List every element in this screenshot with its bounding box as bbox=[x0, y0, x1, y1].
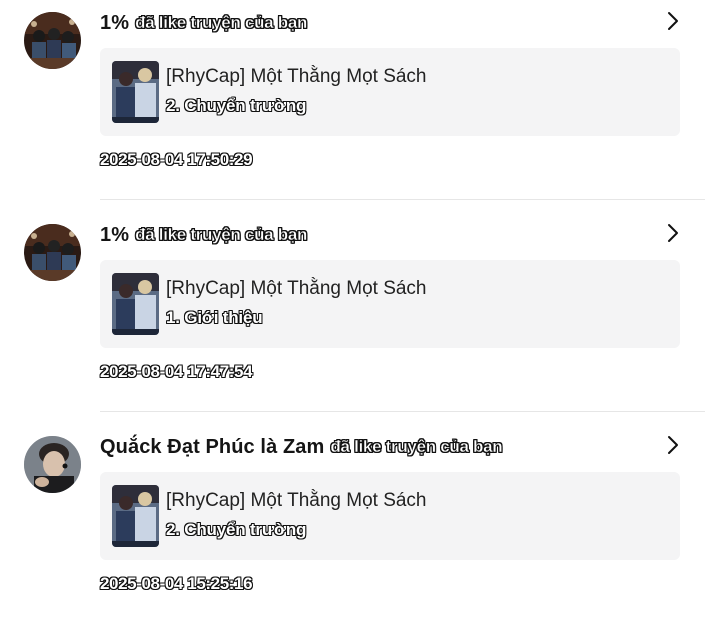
chapter-title: 2. Chuyển trường bbox=[166, 520, 307, 539]
user-name[interactable]: 1% bbox=[100, 12, 129, 35]
story-card[interactable]: [RhyCap] Một Thằng Mọt Sách 1. Giới thiệ… bbox=[100, 260, 680, 348]
notification-item[interactable]: Quắck Đạt Phúc là Zam đã like truyện của… bbox=[0, 424, 705, 636]
chapter-title: 1. Giới thiệu bbox=[166, 308, 263, 327]
user-name[interactable]: Quắck Đạt Phúc là Zam bbox=[100, 436, 324, 459]
notification-item[interactable]: 1% đã like truyện của bạn [RhyCap] Một T… bbox=[0, 0, 705, 212]
story-cover-image bbox=[112, 61, 159, 123]
user-avatar[interactable] bbox=[24, 12, 81, 69]
chevron-right-icon[interactable] bbox=[663, 10, 683, 32]
notification-headline: 1% đã like truyện của bạn bbox=[100, 8, 308, 38]
notification-item[interactable]: 1% đã like truyện của bạn [RhyCap] Một T… bbox=[0, 212, 705, 424]
action-text: đã like truyện của bạn bbox=[330, 437, 503, 456]
user-name[interactable]: 1% bbox=[100, 224, 129, 247]
user-avatar[interactable] bbox=[24, 224, 81, 281]
story-title: [RhyCap] Một Thằng Mọt Sách bbox=[166, 66, 427, 87]
timestamp: 2025-08-04 15:25:16 bbox=[100, 574, 253, 593]
divider bbox=[100, 411, 705, 412]
action-text: đã like truyện của bạn bbox=[135, 225, 308, 244]
story-card[interactable]: [RhyCap] Một Thằng Mọt Sách 2. Chuyển tr… bbox=[100, 472, 680, 560]
chevron-right-icon[interactable] bbox=[663, 222, 683, 244]
story-cover-image bbox=[112, 273, 159, 335]
notification-headline: 1% đã like truyện của bạn bbox=[100, 220, 308, 250]
story-card[interactable]: [RhyCap] Một Thằng Mọt Sách 2. Chuyển tr… bbox=[100, 48, 680, 136]
divider bbox=[100, 199, 705, 200]
story-cover-image bbox=[112, 485, 159, 547]
notification-headline: Quắck Đạt Phúc là Zam đã like truyện của… bbox=[100, 432, 503, 462]
timestamp: 2025-08-04 17:50:29 bbox=[100, 150, 253, 169]
story-title: [RhyCap] Một Thằng Mọt Sách bbox=[166, 490, 427, 511]
action-text: đã like truyện của bạn bbox=[135, 13, 308, 32]
timestamp: 2025-08-04 17:47:54 bbox=[100, 362, 253, 381]
chapter-title: 2. Chuyển trường bbox=[166, 96, 307, 115]
user-avatar[interactable] bbox=[24, 436, 81, 493]
chevron-right-icon[interactable] bbox=[663, 434, 683, 456]
story-title: [RhyCap] Một Thằng Mọt Sách bbox=[166, 278, 427, 299]
